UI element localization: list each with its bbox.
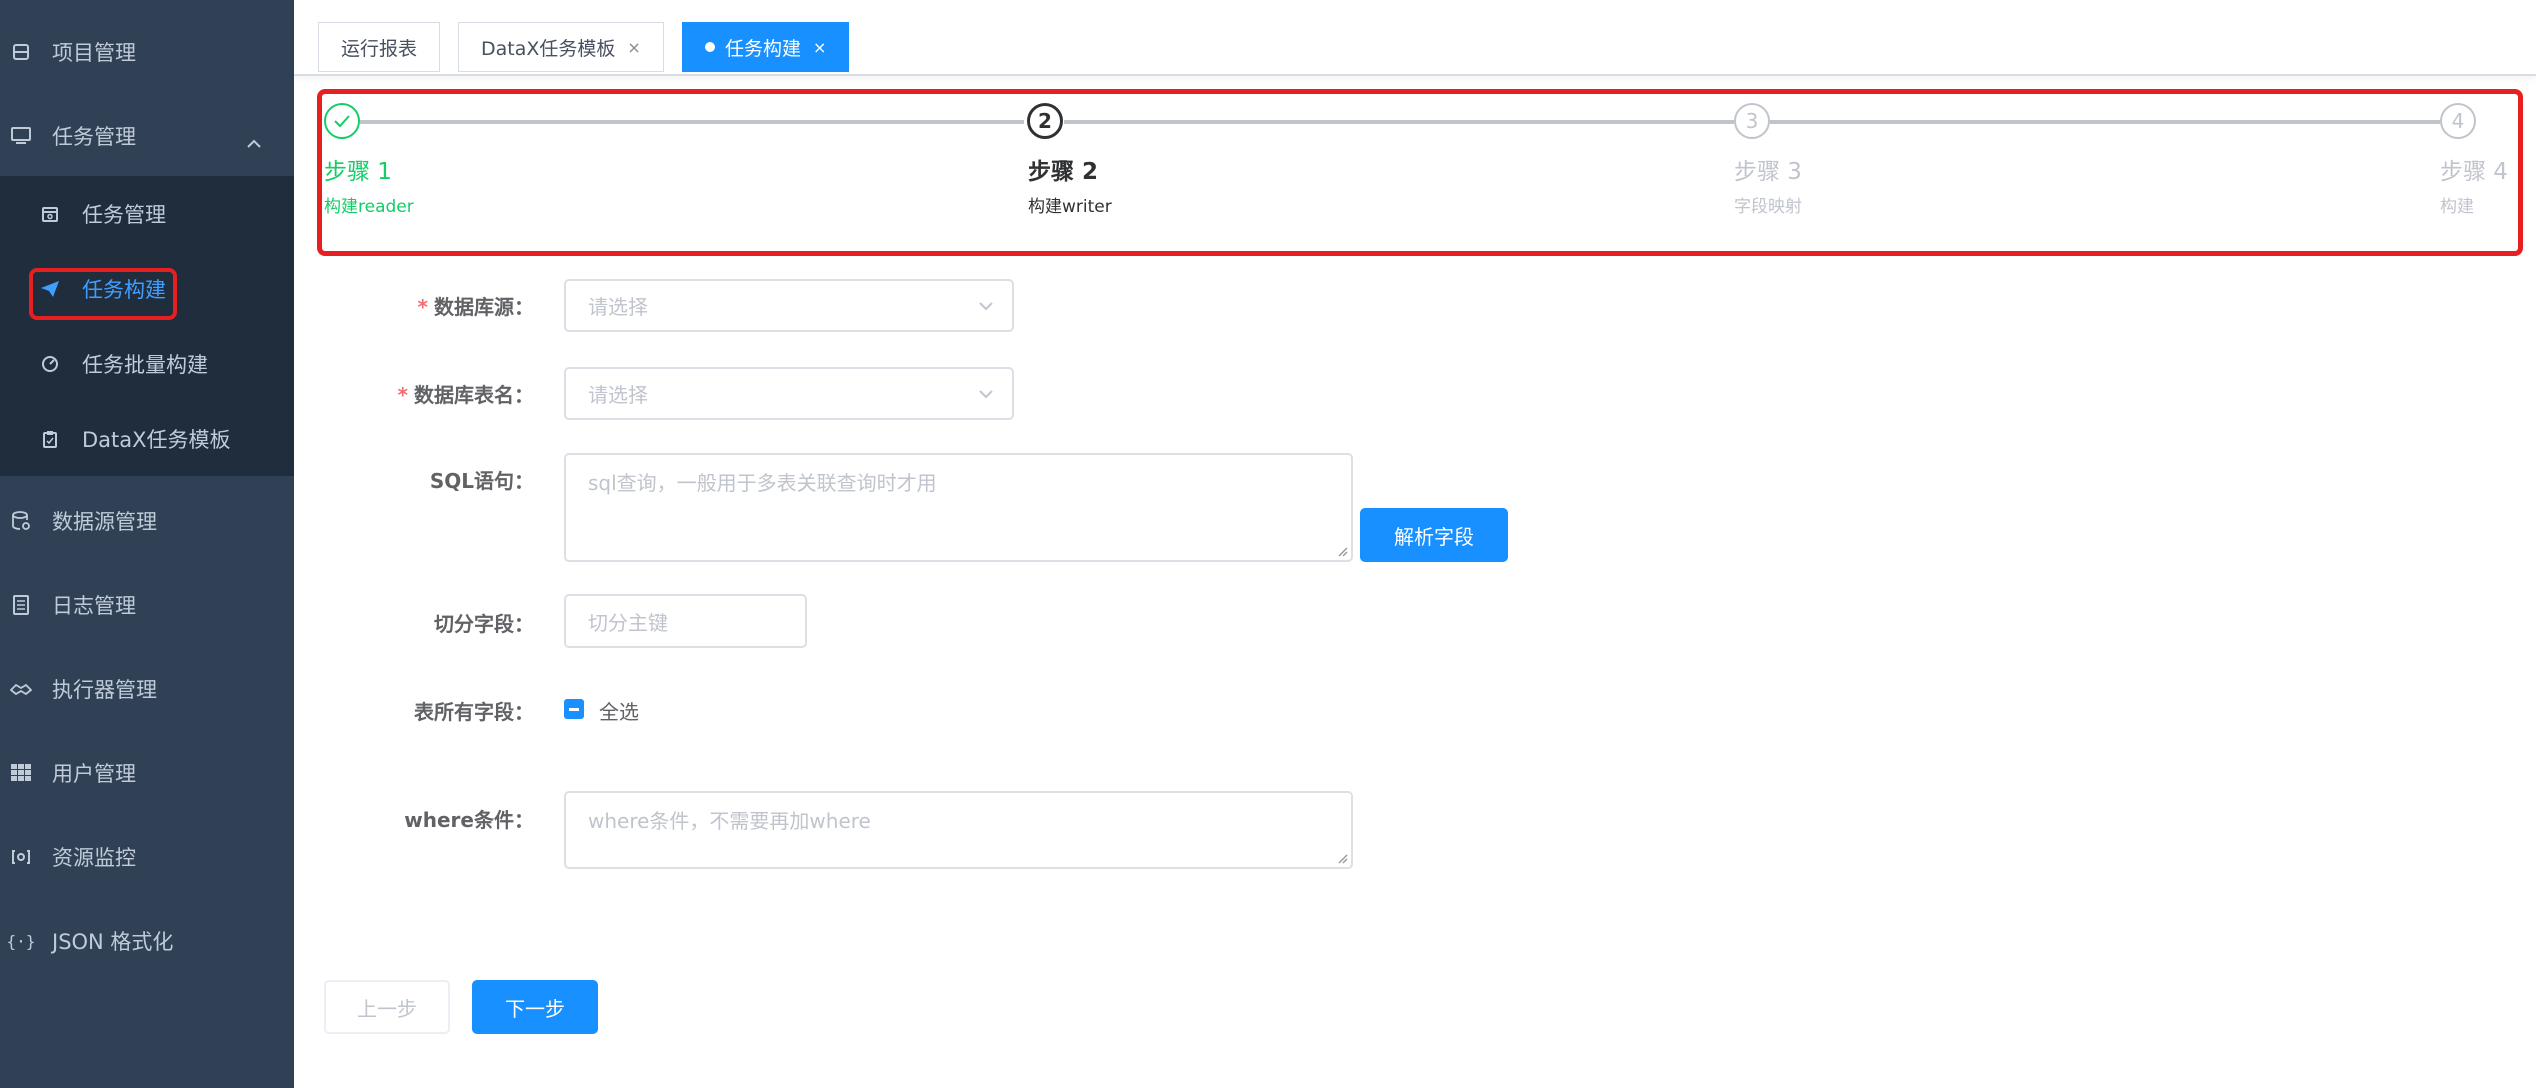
task-submenu: 任务管理 任务构建 任务批量构建 DataX任务模板 — [0, 176, 294, 476]
chevron-down-icon — [979, 390, 993, 399]
table-label: * 数据库表名： — [397, 383, 534, 407]
grid-icon — [10, 762, 32, 784]
monitor-gauge-icon — [10, 846, 32, 868]
submenu-item-label: 任务管理 — [82, 202, 166, 227]
prev-step-button[interactable]: 上一步 — [324, 980, 450, 1034]
required-asterisk: * — [417, 295, 428, 319]
where-placeholder: where条件，不需要再加where — [588, 809, 871, 833]
braces-icon: {·} — [6, 931, 36, 951]
submenu-item-batch-build[interactable]: 任务批量构建 — [0, 326, 294, 401]
tag-run-report[interactable]: 运行报表 — [318, 22, 441, 72]
split-label: 切分字段： — [434, 612, 534, 636]
datasource-select[interactable]: 请选择 — [564, 279, 1014, 332]
sidebar-item-label: 用户管理 — [52, 762, 136, 786]
sidebar-item-label: 资源监控 — [52, 846, 136, 870]
sidebar-item-label: 项目管理 — [52, 41, 136, 65]
next-step-button[interactable]: 下一步 — [472, 980, 598, 1034]
sidebar-item-label: 任务管理 — [52, 125, 136, 149]
sidebar-item-json-format[interactable]: {·} JSON 格式化 — [0, 899, 294, 983]
chevron-down-icon — [979, 302, 993, 311]
tag-label: 运行报表 — [341, 37, 418, 60]
table-select[interactable]: 请选择 — [564, 367, 1014, 420]
select-all-checkbox[interactable] — [564, 699, 584, 719]
highlight-box-task-build — [29, 268, 177, 320]
sql-textarea[interactable]: sql查询，一般用于多表关联查询时才用 — [564, 453, 1353, 562]
database-icon — [10, 41, 32, 63]
active-dot-icon — [705, 42, 715, 52]
submenu-item-label: 任务批量构建 — [82, 352, 208, 377]
tag-label: 任务构建 — [725, 37, 802, 60]
sidebar-item-resource-monitor[interactable]: 资源监控 — [0, 815, 294, 899]
sidebar-item-label: 执行器管理 — [52, 678, 157, 702]
datasource-icon — [10, 510, 32, 532]
sidebar-item-task-management[interactable]: 任务管理 — [0, 94, 294, 178]
monitor-icon — [10, 125, 32, 147]
document-icon — [10, 594, 32, 616]
where-label: where条件： — [404, 808, 534, 832]
datasource-label: * 数据库源： — [417, 295, 534, 319]
tags-view-bar: 运行报表 DataX任务模板 × 任务构建 × — [294, 0, 2536, 76]
submenu-item-task-management[interactable]: 任务管理 — [0, 176, 294, 251]
split-placeholder: 切分主键 — [588, 610, 668, 635]
close-icon[interactable]: × — [813, 38, 826, 57]
sidebar-item-executor[interactable]: 执行器管理 — [0, 647, 294, 731]
chevron-up-icon — [246, 130, 262, 154]
sidebar-item-logs[interactable]: 日志管理 — [0, 563, 294, 647]
clipboard-icon — [39, 428, 61, 450]
sidebar-item-users[interactable]: 用户管理 — [0, 731, 294, 815]
executor-icon — [10, 678, 32, 700]
parse-fields-button[interactable]: 解析字段 — [1360, 508, 1508, 562]
tag-task-build[interactable]: 任务构建 × — [682, 22, 850, 72]
sidebar-item-label: JSON 格式化 — [52, 930, 174, 954]
tag-label: DataX任务模板 — [481, 37, 616, 60]
datasource-placeholder: 请选择 — [588, 295, 648, 319]
dashboard-icon — [39, 353, 61, 375]
where-textarea[interactable]: where条件，不需要再加where — [564, 791, 1353, 869]
close-icon[interactable]: × — [627, 38, 640, 57]
required-asterisk: * — [397, 383, 408, 407]
sql-label: SQL语句： — [429, 469, 534, 493]
select-all-label[interactable]: 全选 — [599, 696, 639, 725]
sidebar-item-datasource[interactable]: 数据源管理 — [0, 479, 294, 563]
sidebar-item-label: 日志管理 — [52, 594, 136, 618]
indeterminate-icon — [569, 707, 579, 711]
submenu-item-label: DataX任务模板 — [82, 427, 231, 452]
sidebar-item-project[interactable]: 项目管理 — [0, 10, 294, 94]
calendar-icon — [39, 203, 61, 225]
sidebar: 项目管理 任务管理 任务管理 任务构建 任务批量构建 DataX任务模板 数据源… — [0, 0, 294, 1088]
sql-placeholder: sql查询，一般用于多表关联查询时才用 — [588, 471, 937, 495]
split-input[interactable]: 切分主键 — [564, 594, 807, 648]
all-fields-label: 表所有字段： — [414, 700, 534, 724]
sidebar-item-label: 数据源管理 — [52, 510, 157, 534]
resize-handle-icon[interactable] — [1336, 852, 1348, 864]
table-placeholder: 请选择 — [588, 383, 648, 407]
resize-handle-icon[interactable] — [1336, 545, 1348, 557]
highlight-box-steps — [317, 89, 2523, 256]
tag-datax-template[interactable]: DataX任务模板 × — [458, 22, 664, 72]
submenu-item-datax-template[interactable]: DataX任务模板 — [0, 401, 294, 476]
